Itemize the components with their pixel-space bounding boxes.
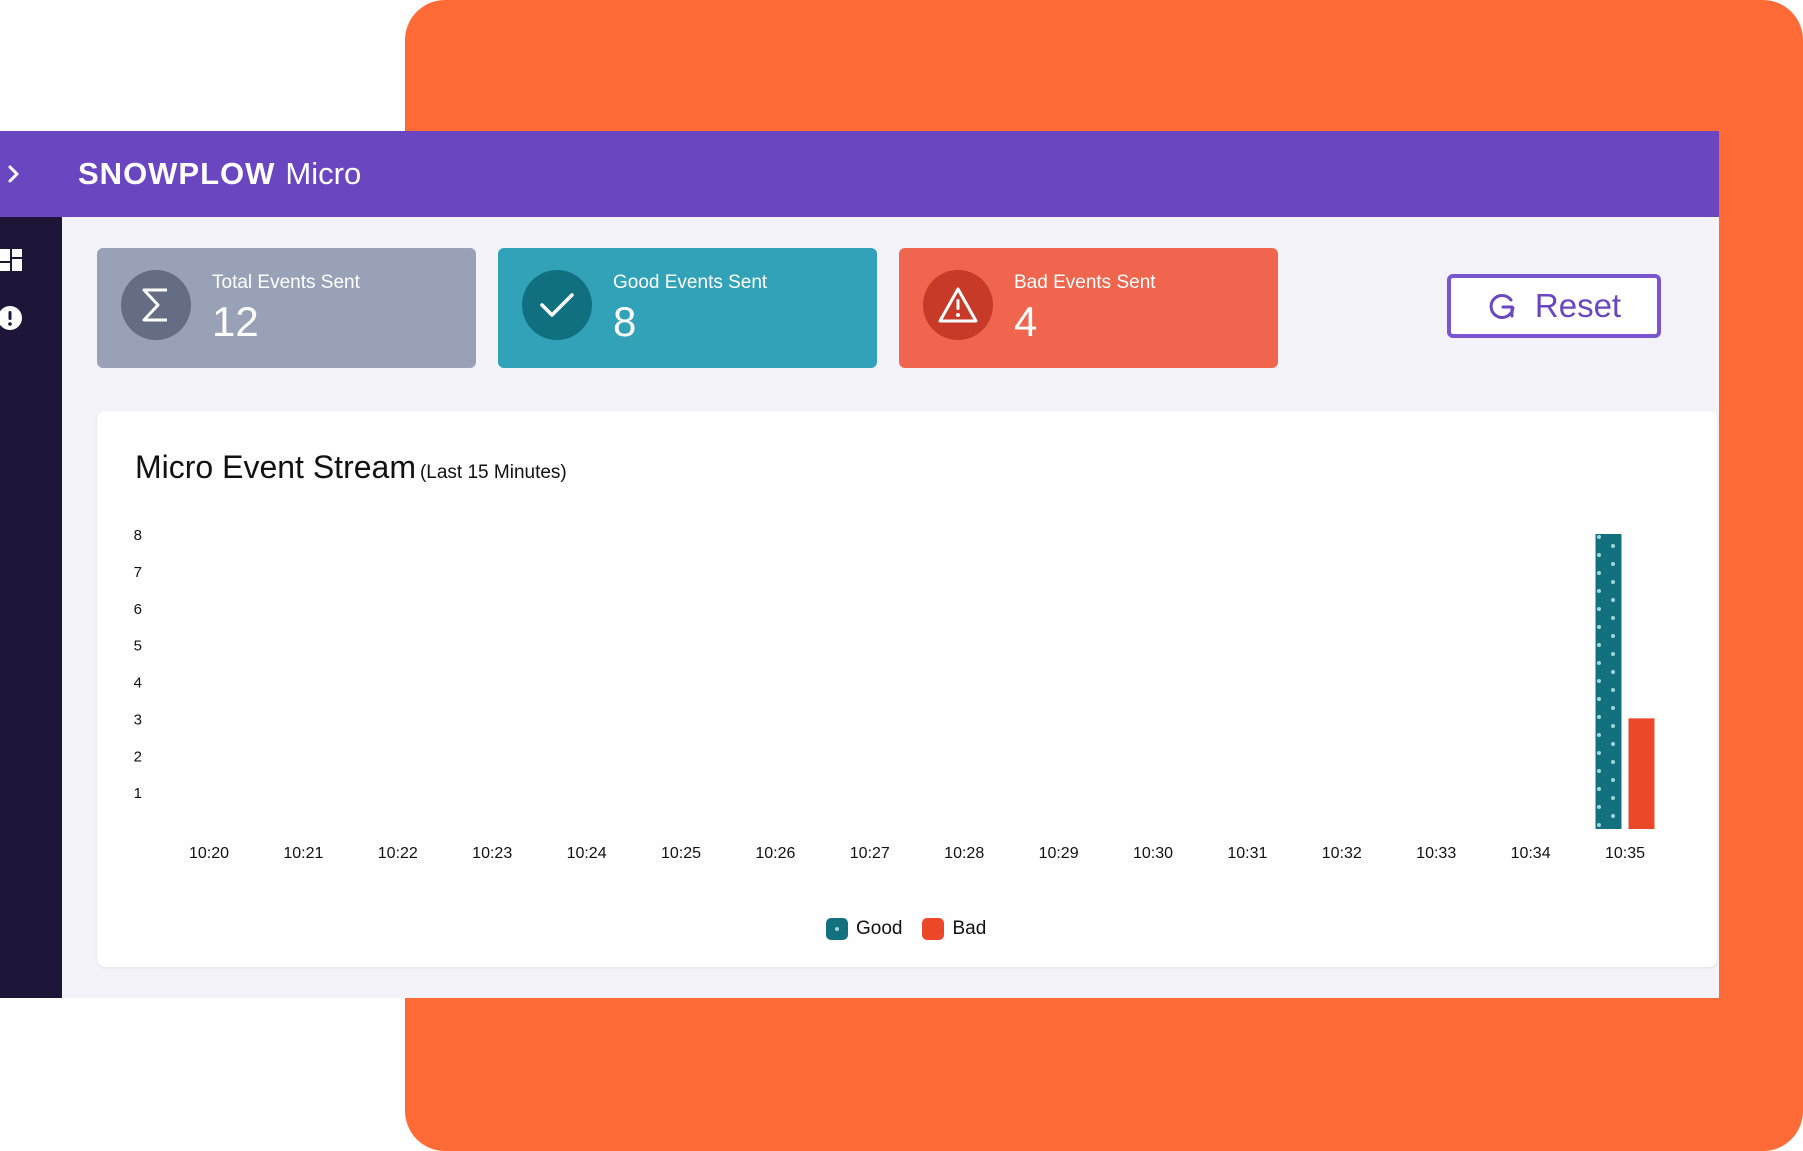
x-tick-label: 10:34 — [1511, 845, 1551, 862]
dashboard-icon[interactable] — [0, 247, 24, 273]
event-stream-chart: 1 2 3 4 5 6 7 8 10:20 10:21 10:22 10:23 10:24 10:25 1… — [134, 527, 1655, 862]
good-events-card: Good Events Sent 8 — [498, 248, 877, 368]
app-brand: SNOWPLOW Micro — [78, 151, 361, 197]
x-tick-label: 10:22 — [378, 845, 418, 862]
x-tick-label: 10:20 — [189, 845, 229, 862]
top-bar: SNOWPLOW Micro — [0, 131, 1719, 217]
brand-name: SNOWPLOW — [78, 156, 276, 191]
bar-bad — [1628, 718, 1655, 829]
y-tick-label: 2 — [134, 748, 142, 765]
bad-events-card: Bad Events Sent 4 — [899, 248, 1278, 368]
reset-button[interactable]: Reset — [1447, 274, 1661, 338]
brand-product: Micro — [285, 156, 362, 191]
x-tick-label: 10:32 — [1322, 845, 1362, 862]
sidebar — [0, 217, 62, 998]
alert-icon[interactable] — [0, 305, 24, 331]
bad-events-value: 4 — [1014, 298, 1038, 345]
y-tick-label: 8 — [134, 527, 142, 544]
good-events-label: Good Events Sent — [613, 272, 768, 293]
legend-bad-label: Bad — [952, 918, 987, 939]
x-tick-label: 10:33 — [1416, 845, 1456, 862]
event-stream-card: Micro Event Stream (Last 15 Minutes) 1234… — [97, 411, 1717, 967]
reset-label: Reset — [1534, 287, 1622, 324]
y-tick-label: 3 — [134, 711, 142, 728]
x-tick-label: 10:25 — [661, 845, 701, 862]
y-tick-label: 6 — [134, 601, 142, 618]
total-events-card: Total Events Sent 12 — [97, 248, 476, 368]
legend-good-swatch — [826, 918, 848, 940]
x-tick-label: 10:31 — [1227, 845, 1267, 862]
total-events-label: Total Events Sent — [212, 272, 360, 293]
y-tick-label: 1 — [134, 785, 142, 802]
y-tick-label: 5 — [134, 638, 142, 655]
refresh-icon — [1489, 293, 1515, 319]
check-icon — [522, 270, 592, 340]
legend-good-label: Good — [856, 918, 903, 939]
good-events-value: 8 — [613, 298, 637, 345]
x-tick-label: 10:23 — [472, 845, 512, 862]
warning-icon — [923, 270, 993, 340]
app-window: SNOWPLOW Micro Total Events Sent 12 Good… — [0, 131, 1719, 998]
bad-events-label: Bad Events Sent — [1014, 272, 1156, 293]
total-events-value: 12 — [212, 298, 259, 345]
x-tick-label: 10:28 — [944, 845, 984, 862]
sigma-icon — [121, 270, 191, 340]
bar-good — [1595, 534, 1622, 829]
y-tick-label: 7 — [134, 564, 142, 581]
x-tick-label: 10:24 — [567, 845, 607, 862]
x-tick-label: 10:21 — [283, 845, 323, 862]
legend-bad-swatch — [922, 918, 945, 940]
x-tick-label: 10:29 — [1039, 845, 1079, 862]
x-tick-label: 10:30 — [1133, 845, 1173, 862]
x-tick-label: 10:27 — [850, 845, 890, 862]
x-tick-label: 10:35 — [1605, 845, 1645, 862]
x-tick-label: 10:26 — [755, 845, 795, 862]
chart-legend: Good Bad — [826, 916, 986, 942]
chevron-right-icon[interactable] — [6, 159, 24, 189]
y-tick-label: 4 — [134, 675, 142, 692]
